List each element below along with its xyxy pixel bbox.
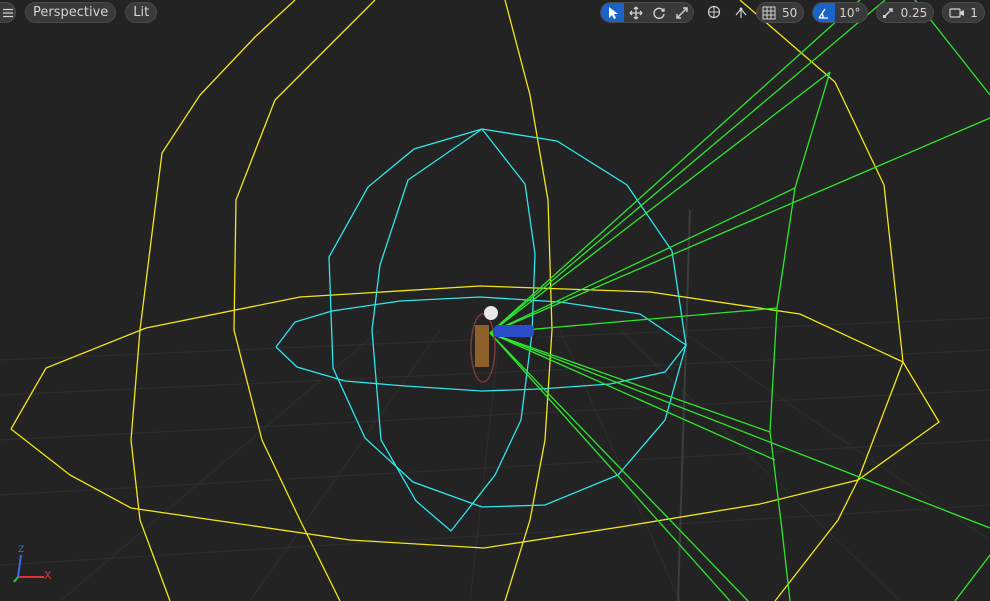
axis-z-label: Z xyxy=(18,545,25,555)
world-local-icon xyxy=(707,5,720,18)
world-local-button[interactable] xyxy=(702,2,725,21)
axis-x-label: X xyxy=(44,569,52,582)
scale-snap-icon xyxy=(882,7,893,18)
hamburger-menu-icon xyxy=(2,8,13,17)
surface-snap-button[interactable] xyxy=(729,2,752,21)
surface-snap-icon xyxy=(735,7,746,18)
3d-viewport[interactable] xyxy=(0,0,990,601)
select-tool-button[interactable] xyxy=(601,3,624,22)
grid-icon xyxy=(762,6,776,19)
character-mesh xyxy=(475,325,489,367)
view-mode-label: Lit xyxy=(133,5,150,20)
rotation-snap-icon xyxy=(818,8,829,19)
move-tool-button[interactable] xyxy=(624,3,647,22)
light-bulb-icon xyxy=(484,306,498,320)
scale-snap-value: 0.25 xyxy=(900,5,928,20)
attenuation-radius-ring-inner xyxy=(233,0,376,601)
perspective-button[interactable]: Perspective xyxy=(25,2,117,23)
camera-speed-value: 1 xyxy=(970,5,978,20)
select-tool-icon xyxy=(608,6,618,19)
axis-indicator: X Z xyxy=(8,545,58,585)
rotation-snap-group[interactable]: 10° xyxy=(812,2,868,23)
scale-tool-button[interactable] xyxy=(670,3,693,22)
perspective-label: Perspective xyxy=(33,5,109,20)
scale-snap-group[interactable]: 0.25 xyxy=(875,2,935,23)
transform-tools-group xyxy=(600,2,694,23)
attenuation-radius-ring-far xyxy=(739,0,904,601)
arrow-component xyxy=(494,325,534,337)
grid-snap-group[interactable]: 50 xyxy=(756,2,805,23)
rotate-tool-icon xyxy=(652,7,665,19)
rotate-tool-button[interactable] xyxy=(647,3,670,22)
camera-speed-icon xyxy=(949,7,965,18)
rotation-snap-toggle[interactable] xyxy=(813,3,836,22)
light-direction-arrows xyxy=(489,0,990,601)
coordinate-space-group xyxy=(702,2,752,23)
attenuation-radius-sphere xyxy=(10,0,940,601)
scale-tool-icon xyxy=(675,6,688,19)
floor-grid xyxy=(0,317,990,601)
viewport-options-button[interactable] xyxy=(0,2,16,23)
attenuation-radius-ring-outer xyxy=(130,0,296,601)
camera-speed-group[interactable]: 1 xyxy=(942,2,985,23)
scale-snap-toggle[interactable] xyxy=(877,3,899,22)
move-tool-icon xyxy=(629,6,642,19)
rotation-snap-value: 10° xyxy=(839,5,861,20)
selected-actor-gizmo[interactable] xyxy=(470,306,534,383)
grid-snap-value: 50 xyxy=(782,5,798,20)
view-mode-button[interactable]: Lit xyxy=(125,2,158,23)
